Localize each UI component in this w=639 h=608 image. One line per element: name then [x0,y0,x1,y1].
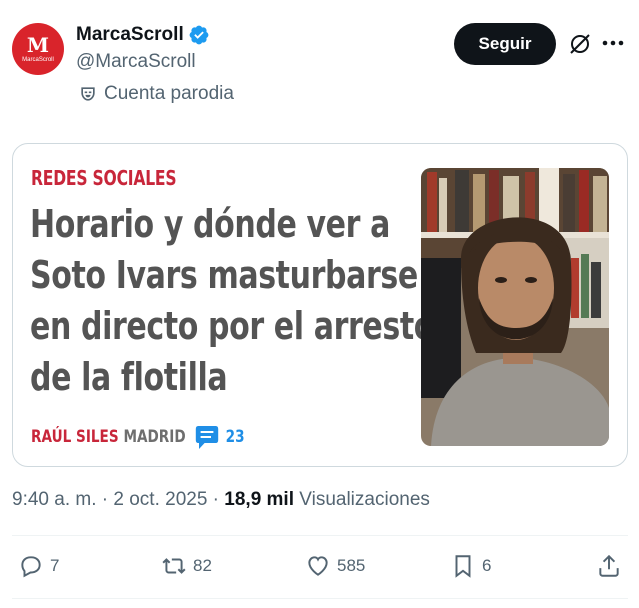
more-icon[interactable] [600,33,626,53]
parody-label: Cuenta parodia [78,83,234,105]
byline-city: MADRID [123,427,186,447]
share-button[interactable] [596,553,622,579]
card-photo [421,168,609,446]
avatar-wordmark: MarcaScroll [22,56,54,63]
byline-comment-count: 23 [225,427,245,447]
author-name-row: MarcaScroll [76,24,210,46]
byline-author: RAÚL SILES [31,427,119,447]
follow-button[interactable]: Seguir [454,23,556,65]
action-bar: 7 82 585 6 [12,553,628,581]
link-card[interactable]: REDES SOCIALES Horario y dónde ver a Sot… [12,143,628,467]
author-display-name[interactable]: MarcaScroll [76,24,184,46]
card-byline: RAÚL SILES MADRID 23 [31,423,245,451]
views-label: Visualizaciones [294,489,430,510]
repost-icon [162,558,186,574]
grok-icon[interactable] [567,31,593,57]
divider [12,535,628,536]
comment-bubble-icon [196,426,219,449]
tweet-timestamp[interactable]: 9:40 a. m. · 2 oct. 2025 · [12,489,224,510]
card-kicker: REDES SOCIALES [31,166,177,190]
reply-button[interactable]: 7 [18,553,59,579]
repost-count: 82 [193,556,212,575]
bookmark-icon [455,555,471,578]
author-handle[interactable]: @MarcaScroll [76,51,196,73]
avatar[interactable]: M MarcaScroll [12,23,64,75]
heart-icon [308,556,328,576]
divider [12,598,628,599]
bookmark-count: 6 [482,556,492,575]
like-count: 585 [337,556,366,575]
card-headline: Horario y dónde ver a Soto Ivars masturb… [30,202,435,399]
views-count: 18,9 mil [224,489,294,510]
tweet-meta: 9:40 a. m. · 2 oct. 2025 · 18,9 mil Visu… [12,489,430,511]
like-button[interactable]: 585 [305,553,365,579]
reply-icon [21,556,41,578]
parody-text: Cuenta parodia [104,83,234,104]
share-icon [599,554,619,577]
parody-mask-icon [81,87,95,101]
bookmark-button[interactable]: 6 [450,553,491,579]
repost-button[interactable]: 82 [161,553,212,579]
avatar-letter: M [26,32,50,57]
verified-badge-icon [189,25,209,45]
reply-count: 7 [50,556,60,575]
